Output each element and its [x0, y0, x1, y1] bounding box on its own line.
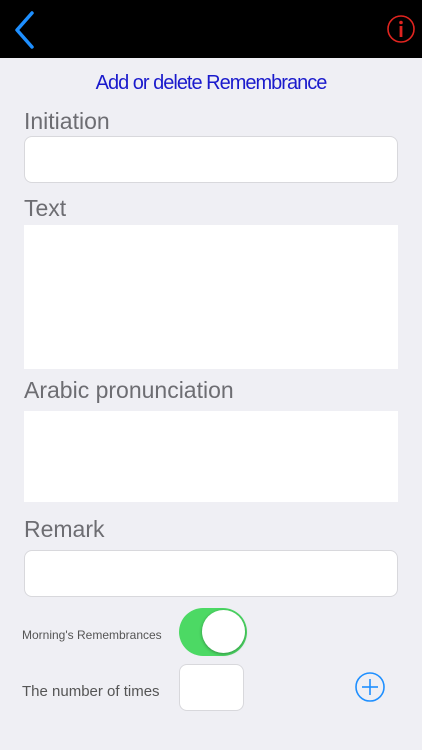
back-button[interactable] [10, 10, 40, 50]
page-title: Add or delete Remembrance [95, 72, 328, 94]
top-bar [0, 0, 422, 58]
info-icon [387, 15, 415, 43]
arabic-pronunciation-label: Arabic pronunciation [24, 377, 234, 403]
add-button[interactable] [354, 671, 386, 703]
initiation-field[interactable] [24, 136, 398, 183]
morning-remembrances-label: Morning's Remembrances [22, 628, 162, 642]
remark-label: Remark [24, 516, 105, 542]
arabic-pronunciation-area[interactable] [24, 411, 398, 502]
number-of-times-label: The number of times [22, 683, 160, 700]
text-area[interactable] [24, 225, 398, 369]
plus-circle-icon [355, 672, 385, 702]
remark-field[interactable] [24, 550, 398, 597]
initiation-label: Initiation [24, 108, 110, 134]
info-button[interactable] [386, 14, 416, 44]
toggle-knob [202, 610, 245, 653]
morning-remembrances-toggle[interactable] [179, 608, 247, 656]
chevron-left-icon [15, 11, 34, 49]
number-of-times-field[interactable] [179, 664, 244, 711]
text-label: Text [24, 195, 67, 221]
